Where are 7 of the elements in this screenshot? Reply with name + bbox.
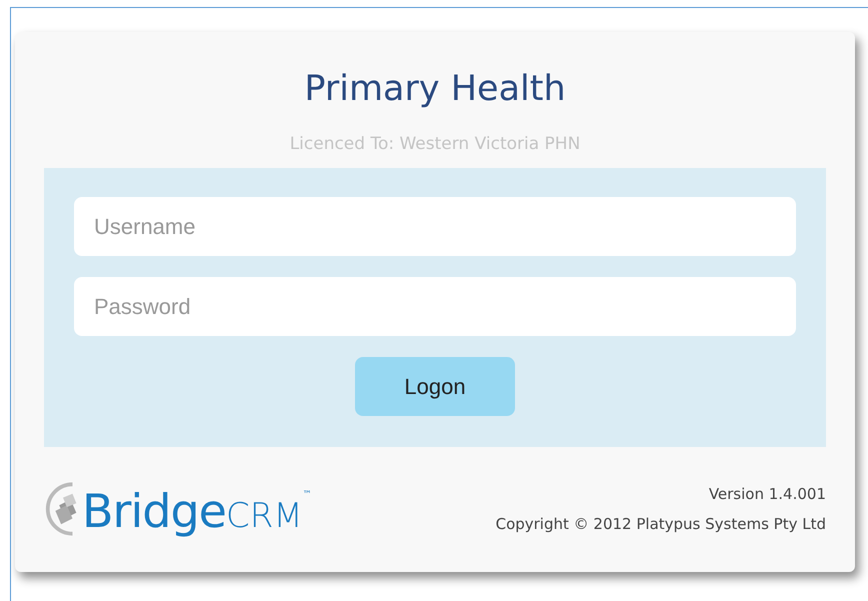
bridgecrm-logo: BridgeCRM $^{™}$: [82, 483, 312, 540]
copyright-text: Copyright © 2012 Platypus Systems Pty Ltd: [496, 514, 826, 534]
password-field[interactable]: Password: [74, 277, 796, 336]
logon-button[interactable]: Logon: [355, 357, 515, 416]
version-text: Version 1.4.001: [708, 484, 826, 504]
app-title: Primary Health: [304, 68, 566, 111]
username-field[interactable]: Username: [74, 197, 796, 256]
